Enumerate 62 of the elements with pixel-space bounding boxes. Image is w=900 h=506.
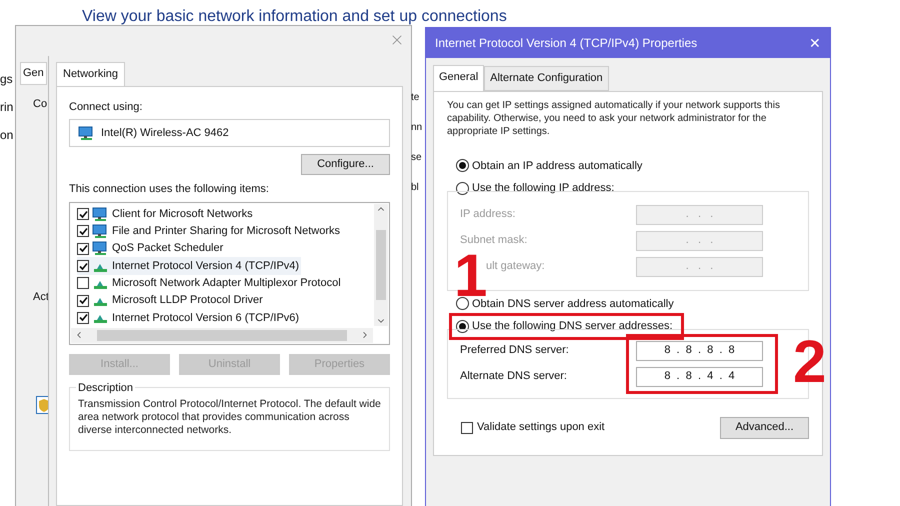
dns-input[interactable]: 8 . 8 . 4 . 4 [636,366,763,386]
step-number: 2 [793,340,826,384]
list-item[interactable]: Microsoft LLDP Protocol Driver [77,292,265,310]
horizontal-scrollbar[interactable] [71,328,373,342]
partial-text: rin [0,99,14,116]
configure-button[interactable]: Configure... [301,154,390,175]
network-computer-icon [92,224,109,239]
tab[interactable]: Networking [56,62,126,86]
close-icon[interactable]: ✕ [809,32,821,54]
checkbox[interactable] [77,277,89,290]
description-text: Transmission Control Protocol/Internet Protocol. The default wide area network protocol that provides communication across diverse interconnected networks. [78,398,381,436]
list-item[interactable]: Microsoft Network Adapter Multiplexor Protocol [77,274,343,292]
checkbox[interactable] [77,312,89,324]
radio-option[interactable]: Obtain DNS server address automatically [456,296,674,312]
list-item[interactable]: Internet Protocol Version 6 (TCP/IPv6) [77,309,302,327]
partial-text: gs [0,71,14,88]
network-computer-icon [78,126,95,140]
network-computer-icon [92,241,109,256]
intro-text: You can get IP settings assigned automatically if your network supports this capability. Otherwise, you need to ask your network administrator for the appropriate IP settings. [447,98,781,138]
list-item[interactable]: Internet Protocol Version 4 (TCP/IPv4) [77,257,302,275]
window-title: Internet Protocol Version 4 (TCP/IPv4) Properties [435,35,698,52]
dns-input[interactable]: 8 . 8 . 8 . 8 [636,340,763,360]
field-label: Subnet mask: [460,233,528,248]
radio-button[interactable] [456,320,469,333]
validate-checkbox[interactable]: Validate settings upon exit [461,419,605,436]
tab[interactable]: Gen [20,62,47,84]
list-item[interactable]: Client for Microsoft Networks [77,206,255,223]
radio-option[interactable]: Use the following DNS server addresses: [456,318,673,334]
radio-button[interactable] [456,297,469,310]
page-heading: View your basic network information and set up connections [82,7,507,27]
advanced-button[interactable]: Advanced... [720,416,809,438]
partial-text: on [0,127,14,144]
network-computer-icon [92,206,109,222]
field-label: Alternate DNS server: [460,369,567,384]
list-item[interactable]: File and Printer Sharing for Microsoft Networks [77,222,342,240]
checkbox[interactable] [77,225,89,238]
vertical-scrollbar[interactable] [374,204,388,326]
partial-text: se [411,151,422,165]
step-number: 1 [454,254,488,298]
partial-text: nn [411,121,422,135]
radio-button[interactable] [456,182,469,195]
partial-text: Co [33,97,48,112]
field-label: Preferred DNS server: [460,343,569,358]
checkbox[interactable] [77,208,89,220]
checkbox[interactable] [77,260,89,272]
checkbox[interactable] [77,242,89,255]
list-item[interactable]: QoS Packet Scheduler [77,240,226,258]
field-label: ult gateway: [486,259,545,274]
tab[interactable]: General [433,65,484,90]
adapter-name: Intel(R) Wireless-AC 9462 [101,126,229,141]
radio-option[interactable]: Use the following IP address: [456,180,614,196]
checkbox[interactable] [77,294,89,307]
radio-option[interactable]: Obtain an IP address automatically [456,158,642,174]
field-label: IP address: [460,207,516,222]
partial-text: te [411,91,420,105]
radio-button[interactable] [456,159,469,172]
list-label: This connection uses the following items: [69,182,270,197]
field-label: Connect using: [69,100,144,114]
checkbox[interactable] [461,422,473,434]
partial-text: Act [33,290,49,305]
partial-text: bl [411,181,420,195]
tab[interactable]: Alternate Configuration [484,66,609,90]
